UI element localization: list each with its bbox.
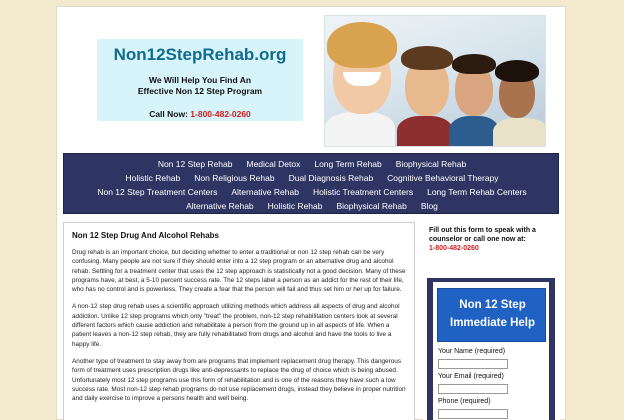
nav-link[interactable]: Alternative Rehab — [186, 201, 254, 211]
nav-row-2: Holistic Rehab Non Religious Rehab Dual … — [64, 173, 560, 183]
call-now: Call Now: 1-800-482-0260 — [97, 109, 303, 119]
hero-image — [324, 15, 546, 147]
help-form: Non 12 Step Immediate Help Your Name (re… — [433, 282, 549, 420]
nav-link[interactable]: Non 12 Step Treatment Centers — [97, 187, 217, 197]
article-paragraph: Drug rehab is an important choice, but d… — [72, 249, 406, 294]
nav-link[interactable]: Long Term Rehab Centers — [427, 187, 527, 197]
name-label: Your Name (required) — [438, 348, 506, 355]
sidebar-phone[interactable]: 1-800-482-0260 — [429, 244, 554, 253]
nav-link[interactable]: Blog — [421, 201, 438, 211]
article-paragraph: A non-12 step drug rehab uses a scientif… — [72, 303, 400, 348]
page: Non12StepRehab.org We Will Help You Find… — [56, 6, 566, 420]
main-nav: Non 12 Step Rehab Medical Detox Long Ter… — [63, 153, 559, 214]
phone-label: Phone (required) — [438, 398, 491, 405]
nav-link[interactable]: Long Term Rehab — [314, 159, 381, 169]
nav-link[interactable]: Non 12 Step Rehab — [158, 159, 233, 169]
nav-link[interactable]: Medical Detox — [246, 159, 300, 169]
main-content: Non 12 Step Drug And Alcohol Rehabs Drug… — [63, 222, 415, 420]
brand-box: Non12StepRehab.org We Will Help You Find… — [97, 39, 303, 121]
nav-row-3: Non 12 Step Treatment Centers Alternativ… — [64, 187, 560, 197]
nav-link[interactable]: Dual Diagnosis Rehab — [289, 173, 374, 183]
nav-link[interactable]: Holistic Treatment Centers — [313, 187, 413, 197]
article-paragraph: Another type of treatment to stay away f… — [72, 357, 406, 403]
article-body: Drug rehab is an important choice, but d… — [72, 248, 408, 411]
nav-link[interactable]: Non Religious Rehab — [194, 173, 274, 183]
tagline: We Will Help You Find An Effective Non 1… — [97, 75, 303, 97]
nav-link[interactable]: Cognitive Behavioral Therapy — [387, 173, 498, 183]
email-label: Your Email (required) — [438, 373, 504, 380]
sidebar-intro-text: Fill out this form to speak with a couns… — [429, 227, 536, 243]
tagline-line2: Effective Non 12 Step Program — [137, 86, 263, 96]
form-title-line2: Immediate Help — [450, 317, 535, 329]
form-title-line1: Non 12 Step — [459, 299, 526, 311]
nav-row-1: Non 12 Step Rehab Medical Detox Long Ter… — [64, 159, 560, 169]
nav-row-4: Alternative Rehab Holistic Rehab Biophys… — [64, 201, 560, 211]
header-phone[interactable]: 1-800-482-0260 — [190, 109, 251, 119]
phone-field[interactable] — [438, 409, 508, 419]
nav-link[interactable]: Biophysical Rehab — [396, 159, 466, 169]
call-label: Call Now: — [149, 109, 188, 119]
article-title: Non 12 Step Drug And Alcohol Rehabs — [72, 231, 219, 240]
form-header: Non 12 Step Immediate Help — [437, 288, 546, 342]
nav-link[interactable]: Holistic Rehab — [268, 201, 323, 211]
nav-link[interactable]: Biophysical Rehab — [336, 201, 406, 211]
nav-link[interactable]: Alternative Rehab — [231, 187, 299, 197]
name-field[interactable] — [438, 359, 508, 369]
tagline-line1: We Will Help You Find An — [148, 75, 252, 85]
sidebar-intro: Fill out this form to speak with a couns… — [429, 226, 554, 253]
email-field[interactable] — [438, 384, 508, 394]
help-form-frame: Non 12 Step Immediate Help Your Name (re… — [427, 278, 555, 420]
nav-link[interactable]: Holistic Rehab — [125, 173, 180, 183]
sidebar: Fill out this form to speak with a couns… — [423, 222, 560, 420]
site-title[interactable]: Non12StepRehab.org — [97, 45, 303, 65]
